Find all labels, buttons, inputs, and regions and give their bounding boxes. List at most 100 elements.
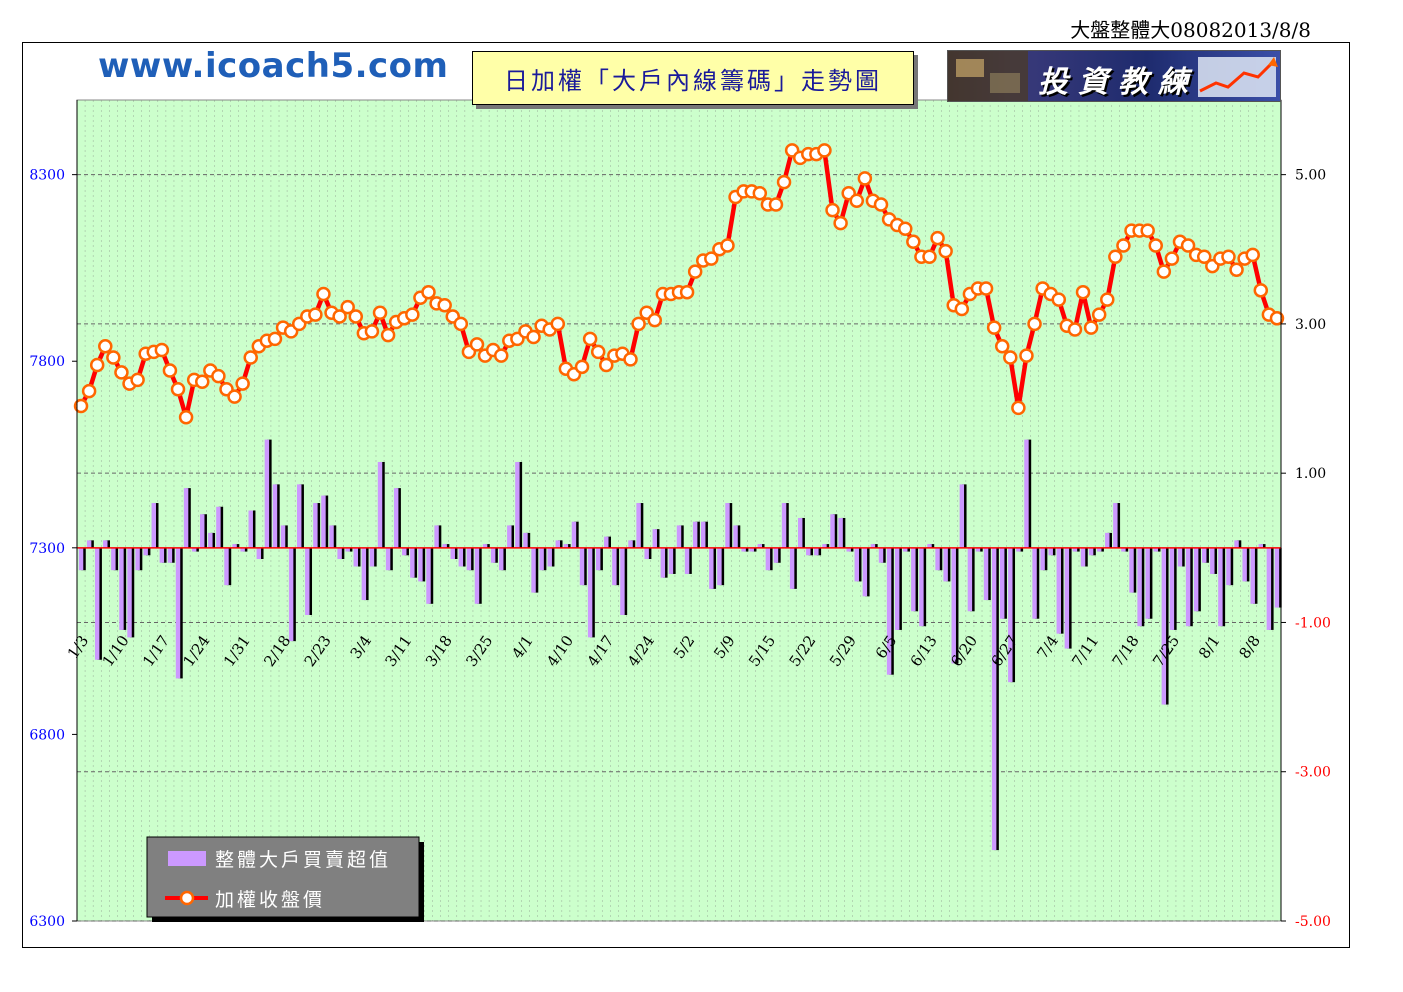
bar	[967, 547, 973, 612]
price-point	[211, 368, 226, 384]
right-tick-label: -1.00	[1295, 615, 1331, 631]
bar	[458, 547, 464, 567]
bar	[587, 547, 593, 638]
bar	[1242, 547, 1247, 582]
bar	[1169, 547, 1175, 630]
bar	[515, 461, 520, 548]
banner-text: 投資教練	[1038, 65, 1198, 100]
plot-background	[76, 99, 1282, 922]
price-point	[1140, 223, 1155, 238]
bar	[296, 484, 302, 548]
bar	[1161, 547, 1167, 705]
bar	[636, 503, 641, 548]
site-url-logo[interactable]: www.icoach5.com	[98, 46, 448, 86]
bar	[531, 547, 536, 593]
price-point	[582, 331, 598, 347]
bar	[313, 503, 318, 548]
brand-banner[interactable]: 投資教練	[947, 50, 1281, 102]
price-point	[178, 409, 194, 425]
bar	[878, 547, 884, 563]
left-tick-label: 7300	[29, 541, 65, 557]
bar	[78, 547, 84, 571]
bar	[612, 547, 617, 586]
bar	[604, 536, 609, 548]
price-point	[421, 284, 436, 300]
bar	[991, 547, 997, 851]
bar	[1040, 547, 1045, 571]
bar	[1185, 547, 1191, 627]
bar	[717, 547, 722, 586]
price-point	[380, 327, 396, 343]
bar	[668, 547, 674, 574]
price-point	[267, 331, 283, 347]
bar	[1080, 547, 1086, 567]
price-point	[1083, 320, 1099, 335]
bar	[983, 547, 989, 601]
bar	[660, 547, 666, 578]
price-point	[631, 316, 646, 332]
price-point	[898, 221, 913, 236]
left-tick-label: 6300	[29, 914, 65, 930]
bar	[652, 529, 657, 548]
left-tick-label: 6800	[29, 727, 65, 743]
bar	[1202, 547, 1207, 563]
price-point	[873, 197, 889, 212]
price-point	[679, 284, 695, 300]
price-point	[1229, 262, 1244, 278]
price-point	[372, 305, 388, 320]
bar	[838, 517, 843, 548]
price-point	[687, 264, 703, 279]
price-point	[647, 312, 663, 328]
bar	[571, 521, 577, 548]
bar	[305, 547, 310, 615]
bar	[628, 540, 633, 548]
price-point	[162, 363, 178, 378]
bar	[1177, 547, 1183, 567]
bar	[127, 547, 132, 638]
price-point	[1100, 292, 1115, 307]
bar	[539, 547, 544, 571]
price-point	[364, 324, 380, 339]
price-point	[906, 234, 921, 250]
bar	[797, 517, 803, 548]
right-tick-label: 3.00	[1295, 317, 1326, 333]
bar	[1105, 532, 1110, 548]
bar	[183, 488, 189, 548]
bar	[216, 506, 221, 548]
price-point	[170, 381, 186, 397]
bar	[684, 547, 690, 574]
left-tick-label: 8300	[29, 168, 65, 184]
bar	[321, 495, 326, 548]
price-point	[1075, 284, 1091, 300]
bar	[1226, 547, 1231, 586]
price-point	[994, 339, 1010, 354]
bar	[450, 547, 455, 560]
price-point	[1067, 322, 1083, 337]
bar	[329, 525, 334, 548]
price-point	[776, 174, 792, 190]
price-point	[154, 342, 170, 358]
bar	[789, 547, 795, 589]
bar	[709, 547, 714, 589]
bar	[418, 547, 423, 582]
legend-line-label: 加權收盤價	[215, 889, 325, 911]
price-point	[833, 215, 848, 231]
bar	[119, 547, 124, 630]
bar	[103, 540, 108, 548]
price-point	[1003, 350, 1018, 365]
price-point	[106, 350, 121, 365]
price-point	[130, 372, 145, 388]
bar	[272, 484, 278, 548]
bar	[999, 547, 1005, 619]
price-point	[1156, 264, 1172, 279]
right-tick-label: -5.00	[1295, 914, 1331, 930]
plot-area	[76, 99, 1282, 922]
right-tick-label: -3.00	[1295, 765, 1331, 781]
bar	[1137, 547, 1142, 627]
bar	[725, 503, 730, 548]
price-point	[978, 281, 994, 296]
bar	[644, 547, 649, 560]
price-point	[405, 307, 420, 322]
price-point	[308, 307, 323, 322]
bar	[595, 547, 601, 571]
